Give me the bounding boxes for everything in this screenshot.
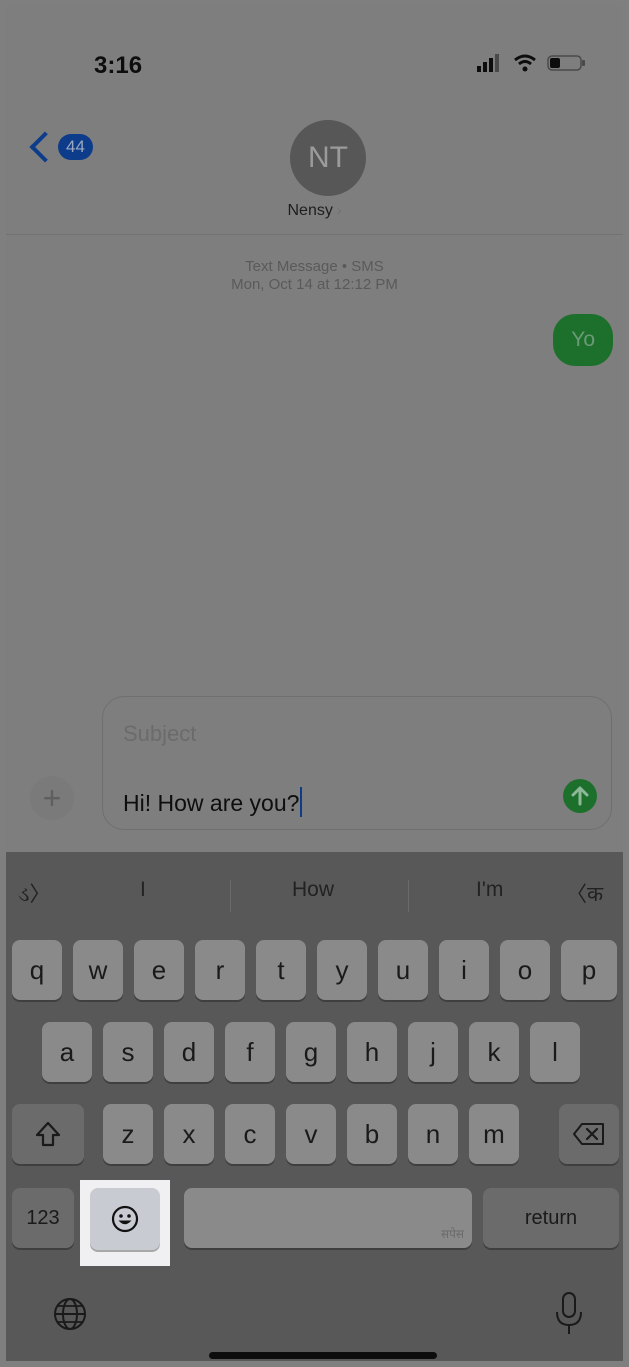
key-i[interactable]: i xyxy=(439,940,489,1000)
suggestion-item[interactable]: ડ〉 xyxy=(18,878,51,908)
status-time: 3:16 xyxy=(94,52,143,79)
key-f[interactable]: f xyxy=(225,1022,275,1082)
key-h[interactable]: h xyxy=(347,1022,397,1082)
key-c[interactable]: c xyxy=(225,1104,275,1164)
return-key[interactable]: return xyxy=(483,1188,619,1248)
cellular-signal-icon xyxy=(477,54,499,72)
avatar-initials: NT xyxy=(308,141,348,174)
globe-button[interactable] xyxy=(50,1294,90,1334)
header-divider xyxy=(6,234,623,235)
message-composer[interactable]: Subject Hi! How are you? xyxy=(102,696,612,830)
wifi-icon xyxy=(514,54,536,72)
predictive-bar: ડ〉 I How I'm 〈क xyxy=(6,862,623,918)
key-b[interactable]: b xyxy=(347,1104,397,1164)
plus-button[interactable]: + xyxy=(30,776,74,820)
message-text: Yo xyxy=(571,328,595,351)
key-u[interactable]: u xyxy=(378,940,428,1000)
space-bar[interactable]: सपेस xyxy=(184,1188,472,1248)
key-s[interactable]: s xyxy=(103,1022,153,1082)
numbers-key[interactable]: 123 xyxy=(12,1188,74,1248)
key-o[interactable]: o xyxy=(500,940,550,1000)
message-type-label: Text Message • SMS xyxy=(245,258,384,275)
key-x[interactable]: x xyxy=(164,1104,214,1164)
key-z[interactable]: z xyxy=(103,1104,153,1164)
plus-icon: + xyxy=(42,779,62,816)
key-e[interactable]: e xyxy=(134,940,184,1000)
shift-icon xyxy=(35,1121,61,1147)
home-indicator[interactable] xyxy=(209,1352,437,1359)
backspace-icon xyxy=(573,1123,604,1145)
text-cursor xyxy=(300,787,303,817)
phone-screen: 3:16 44 NT Nensy › Text Message • SMS Mo… xyxy=(6,6,623,1361)
sent-message-bubble[interactable]: Yo xyxy=(553,314,613,366)
message-timestamp: Text Message • SMS Mon, Oct 14 at 12:12 … xyxy=(6,258,623,294)
send-button[interactable] xyxy=(563,779,597,813)
globe-icon xyxy=(54,1298,86,1330)
chevron-right-icon: › xyxy=(336,202,342,218)
subject-field[interactable]: Subject xyxy=(123,721,196,747)
key-y[interactable]: y xyxy=(317,940,367,1000)
emoji-key[interactable] xyxy=(90,1188,160,1250)
key-d[interactable]: d xyxy=(164,1022,214,1082)
key-q[interactable]: q xyxy=(12,940,62,1000)
chevron-left-icon xyxy=(29,131,61,163)
emoji-key-highlight xyxy=(80,1180,170,1266)
key-n[interactable]: n xyxy=(408,1104,458,1164)
keyboard: ડ〉 I How I'm 〈क q w e r t y u i o p a s … xyxy=(6,852,623,1361)
suggestion-item[interactable]: How xyxy=(292,878,334,902)
message-date: Mon, Oct 14 at 12:12 PM xyxy=(231,276,398,293)
key-p[interactable]: p xyxy=(561,940,617,1000)
delete-key[interactable] xyxy=(559,1104,619,1164)
dictation-button[interactable] xyxy=(552,1290,586,1338)
key-g[interactable]: g xyxy=(286,1022,336,1082)
suggestion-item[interactable]: I'm xyxy=(476,878,503,902)
back-button[interactable]: 44 xyxy=(29,131,93,163)
key-r[interactable]: r xyxy=(195,940,245,1000)
suggestion-divider xyxy=(408,880,409,912)
emoji-smiley-icon xyxy=(111,1205,139,1233)
message-input-text: Hi! How are you? xyxy=(123,790,300,816)
battery-icon xyxy=(547,55,585,71)
key-j[interactable]: j xyxy=(408,1022,458,1082)
suggestion-item[interactable]: I xyxy=(140,878,146,902)
microphone-icon xyxy=(556,1292,582,1334)
contact-avatar[interactable]: NT xyxy=(290,120,366,196)
unread-count-badge: 44 xyxy=(58,134,93,160)
status-icons xyxy=(477,54,587,72)
key-k[interactable]: k xyxy=(469,1022,519,1082)
key-l[interactable]: l xyxy=(530,1022,580,1082)
key-v[interactable]: v xyxy=(286,1104,336,1164)
arrow-up-icon xyxy=(571,786,589,806)
message-input[interactable]: Hi! How are you? xyxy=(123,787,303,817)
shift-key[interactable] xyxy=(12,1104,84,1164)
contact-name: Nensy xyxy=(287,202,333,219)
suggestion-divider xyxy=(230,880,231,912)
suggestion-item[interactable]: 〈क xyxy=(566,878,603,908)
key-w[interactable]: w xyxy=(73,940,123,1000)
contact-name-button[interactable]: Nensy › xyxy=(6,202,623,220)
key-t[interactable]: t xyxy=(256,940,306,1000)
key-a[interactable]: a xyxy=(42,1022,92,1082)
key-m[interactable]: m xyxy=(469,1104,519,1164)
